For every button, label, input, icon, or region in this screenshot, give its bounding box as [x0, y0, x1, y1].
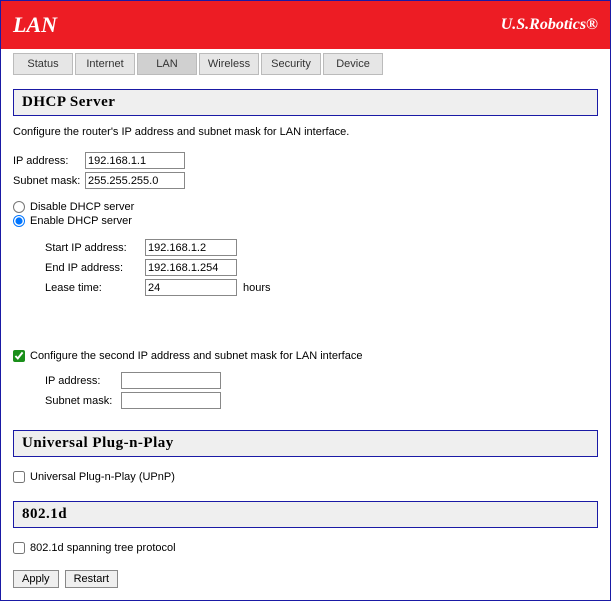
second-ip-checkbox[interactable] — [13, 350, 25, 362]
second-ip-address-input[interactable] — [121, 372, 221, 389]
ip-address-input[interactable] — [85, 152, 185, 169]
disable-dhcp-label: Disable DHCP server — [30, 201, 134, 213]
enable-dhcp-radio[interactable] — [13, 215, 25, 227]
start-ip-label: Start IP address: — [45, 242, 141, 254]
lease-time-label: Lease time: — [45, 282, 141, 294]
disable-dhcp-radio[interactable] — [13, 201, 25, 213]
tab-internet[interactable]: Internet — [75, 53, 135, 75]
nav-tabs: Status Internet LAN Wireless Security De… — [1, 49, 610, 75]
enable-dhcp-label: Enable DHCP server — [30, 215, 132, 227]
subnet-mask-label: Subnet mask: — [13, 175, 81, 187]
second-subnet-mask-label: Subnet mask: — [45, 395, 117, 407]
upnp-checkbox[interactable] — [13, 471, 25, 483]
section-upnp-title: Universal Plug-n-Play — [13, 430, 598, 457]
second-ip-address-label: IP address: — [45, 375, 117, 387]
apply-button[interactable]: Apply — [13, 570, 59, 588]
stp-label: 802.1d spanning tree protocol — [30, 542, 176, 554]
upnp-label: Universal Plug-n-Play (UPnP) — [30, 471, 175, 483]
second-subnet-mask-input[interactable] — [121, 392, 221, 409]
restart-button[interactable]: Restart — [65, 570, 118, 588]
tab-device[interactable]: Device — [323, 53, 383, 75]
header: LAN U.S.Robotics® — [1, 1, 610, 49]
tab-wireless[interactable]: Wireless — [199, 53, 259, 75]
end-ip-label: End IP address: — [45, 262, 141, 274]
page-title: LAN — [13, 12, 57, 38]
dhcp-description: Configure the router's IP address and su… — [13, 126, 598, 138]
stp-checkbox[interactable] — [13, 542, 25, 554]
section-dhcp-title: DHCP Server — [13, 89, 598, 116]
subnet-mask-input[interactable] — [85, 172, 185, 189]
second-ip-label: Configure the second IP address and subn… — [30, 350, 362, 362]
brand-logo: U.S.Robotics® — [501, 16, 598, 34]
end-ip-input[interactable] — [145, 259, 237, 276]
tab-lan[interactable]: LAN — [137, 53, 197, 75]
lease-time-input[interactable] — [145, 279, 237, 296]
ip-address-label: IP address: — [13, 155, 81, 167]
lease-time-unit: hours — [243, 282, 271, 294]
section-8021d-title: 802.1d — [13, 501, 598, 528]
tab-security[interactable]: Security — [261, 53, 321, 75]
start-ip-input[interactable] — [145, 239, 237, 256]
tab-status[interactable]: Status — [13, 53, 73, 75]
